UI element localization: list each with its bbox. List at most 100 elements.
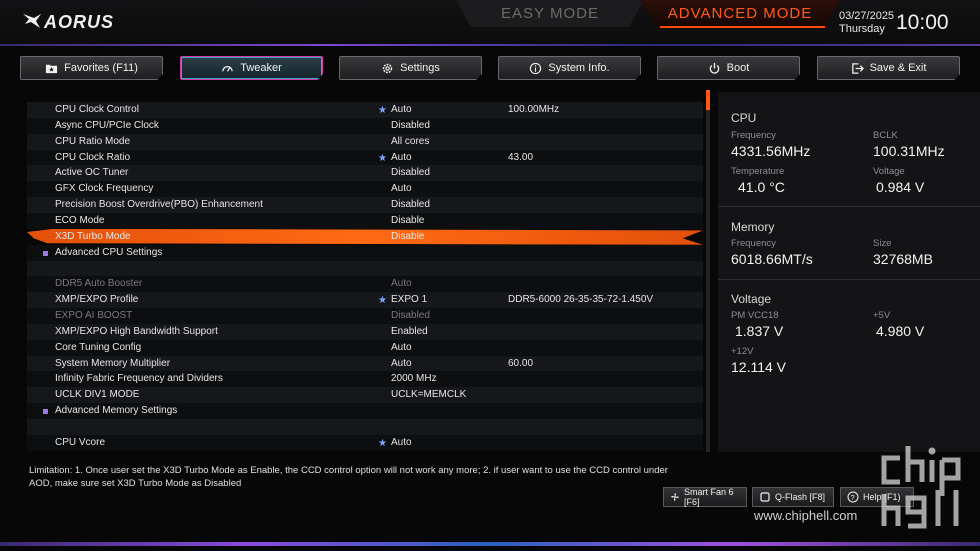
setting-value[interactable]: EXPO 1 bbox=[391, 292, 427, 308]
brand-logo: AORUS bbox=[44, 12, 115, 32]
setting-row[interactable]: XMP/EXPO High Bandwidth Support Enabled bbox=[27, 323, 703, 340]
setting-value[interactable]: Auto bbox=[391, 435, 412, 451]
cpu-temperature-value: 41.0 °C bbox=[738, 179, 785, 195]
tab-settings-label: Settings bbox=[400, 62, 440, 74]
setting-label: CPU Clock Control bbox=[55, 104, 139, 115]
setting-value[interactable]: Auto bbox=[391, 102, 412, 118]
exit-icon bbox=[851, 62, 864, 74]
q-flash-label: Q-Flash [F8] bbox=[775, 492, 826, 502]
setting-label: System Memory Multiplier bbox=[55, 357, 171, 369]
q-flash-button[interactable]: Q-Flash [F8] bbox=[752, 487, 834, 507]
setting-row[interactable]: Infinity Fabric Frequency and Dividers 20… bbox=[27, 371, 703, 388]
setting-row[interactable]: CPU Vcore ★ Auto bbox=[27, 434, 703, 451]
tab-settings[interactable]: Settings bbox=[339, 56, 482, 80]
tab-favorites[interactable]: Favorites (F11) bbox=[20, 56, 163, 80]
setting-row[interactable]: UCLK DIV1 MODE UCLK=MEMCLK bbox=[27, 387, 703, 404]
memory-size-value: 32768MB bbox=[873, 251, 933, 267]
setting-label: Advanced CPU Settings bbox=[55, 246, 163, 258]
cpu-voltage-label: Voltage bbox=[873, 166, 905, 177]
setting-row-spacer bbox=[27, 419, 703, 435]
setting-label: EXPO AI BOOST bbox=[55, 310, 133, 322]
chiphell-watermark-logo bbox=[881, 446, 961, 529]
setting-value[interactable]: Auto bbox=[391, 150, 412, 166]
setting-row[interactable]: CPU Ratio Mode All cores bbox=[27, 133, 703, 150]
setting-value[interactable]: Auto bbox=[391, 181, 412, 197]
cpu-section-title: CPU bbox=[731, 111, 757, 125]
setting-row[interactable]: CPU Clock Ratio ★ Auto 43.00 bbox=[27, 149, 703, 166]
plus5v-label: +5V bbox=[873, 310, 891, 321]
setting-value[interactable]: All cores bbox=[391, 134, 429, 150]
setting-value[interactable]: Enabled bbox=[391, 324, 428, 340]
submenu-bullet-icon bbox=[43, 250, 48, 256]
setting-row[interactable]: GFX Clock Frequency Auto bbox=[27, 181, 703, 198]
setting-current-value: DDR5-6000 26-35-35-72-1.450V bbox=[508, 294, 654, 306]
tab-favorites-label: Favorites (F11) bbox=[64, 62, 138, 74]
setting-row[interactable]: Precision Boost Overdrive(PBO) Enhanceme… bbox=[27, 197, 703, 214]
setting-row[interactable]: XMP/EXPO Profile ★ EXPO 1 DDR5-6000 26-35-3… bbox=[27, 292, 703, 309]
speedometer-icon bbox=[222, 65, 233, 72]
setting-row[interactable]: CPU Clock Control ★ Auto 100.00MHz bbox=[27, 102, 703, 118]
hardware-info-panel: CPU Frequency 4331.56MHz BCLK 100.31MHz … bbox=[718, 92, 980, 452]
setting-value[interactable]: 2000 MHz bbox=[391, 371, 437, 387]
memory-frequency-label: Frequency bbox=[731, 238, 776, 249]
bclk-value: 100.31MHz bbox=[873, 143, 945, 159]
tab-tweaker[interactable]: Tweaker bbox=[180, 56, 323, 80]
plus12v-value: 12.114 V bbox=[731, 359, 787, 375]
setting-value[interactable]: UCLK=MEMCLK bbox=[391, 387, 466, 403]
setting-row[interactable]: ECO Mode Disable bbox=[27, 212, 703, 229]
star-icon: ★ bbox=[378, 437, 387, 449]
setting-value[interactable]: Disabled bbox=[391, 165, 430, 181]
aorus-eagle-icon bbox=[23, 14, 41, 28]
memory-size-label: Size bbox=[873, 238, 892, 249]
voltage-section-title: Voltage bbox=[731, 292, 772, 306]
setting-label: CPU Ratio Mode bbox=[55, 135, 131, 147]
setting-row[interactable]: Advanced CPU Settings bbox=[27, 244, 703, 261]
setting-row[interactable]: Async CPU/PCIe Clock Disabled bbox=[27, 117, 703, 134]
chip-icon bbox=[760, 492, 770, 502]
advanced-mode-button[interactable]: ADVANCED MODE bbox=[640, 0, 840, 27]
setting-value[interactable]: Disable bbox=[391, 213, 424, 229]
setting-label: ECO Mode bbox=[55, 214, 105, 226]
settings-scrollbar[interactable] bbox=[706, 90, 710, 452]
setting-row-selected[interactable]: X3D Turbo Mode Disable bbox=[27, 228, 703, 245]
help-icon: ? bbox=[847, 491, 859, 503]
setting-value[interactable]: Disabled bbox=[391, 308, 430, 324]
setting-row[interactable]: DDR5 Auto Booster Auto bbox=[27, 276, 703, 293]
setting-row[interactable]: Active OC Tuner Disabled bbox=[27, 165, 703, 182]
setting-value[interactable]: Auto bbox=[391, 276, 412, 292]
settings-scroll-thumb[interactable] bbox=[706, 90, 710, 110]
setting-label: XMP/EXPO High Bandwidth Support bbox=[55, 325, 218, 337]
setting-row[interactable]: System Memory Multiplier Auto 60.00 bbox=[27, 355, 703, 372]
easy-mode-button[interactable]: EASY MODE bbox=[456, 0, 644, 27]
setting-value[interactable]: Auto bbox=[391, 340, 412, 356]
watermark-url: www.chiphell.com bbox=[754, 508, 858, 523]
setting-label: CPU Vcore bbox=[55, 436, 106, 448]
setting-label: Precision Boost Overdrive(PBO) Enhanceme… bbox=[55, 199, 263, 211]
memory-section-title: Memory bbox=[731, 220, 775, 234]
tab-system-info[interactable]: System Info. bbox=[498, 56, 641, 80]
setting-value[interactable]: Disable bbox=[391, 229, 424, 245]
smart-fan-button[interactable]: Smart Fan 6 [F6] bbox=[663, 487, 747, 507]
setting-label: Infinity Fabric Frequency and Dividers bbox=[55, 373, 223, 385]
setting-label: Active OC Tuner bbox=[55, 167, 129, 179]
star-icon: ★ bbox=[378, 105, 387, 116]
cpu-voltage-value: 0.984 V bbox=[876, 179, 925, 195]
setting-row[interactable]: EXPO AI BOOST Disabled bbox=[27, 308, 703, 325]
setting-value[interactable]: Disabled bbox=[391, 118, 430, 134]
setting-current-value: 43.00 bbox=[508, 151, 534, 163]
pm-vcc18-label: PM VCC18 bbox=[731, 310, 779, 321]
bclk-label: BCLK bbox=[873, 130, 898, 141]
info-icon bbox=[530, 62, 542, 74]
tab-tweaker-label: Tweaker bbox=[240, 62, 282, 74]
setting-label: Core Tuning Config bbox=[55, 341, 142, 353]
setting-label: GFX Clock Frequency bbox=[55, 183, 154, 195]
setting-row[interactable]: Core Tuning Config Auto bbox=[27, 339, 703, 356]
memory-frequency-value: 6018.66MT/s bbox=[731, 251, 813, 267]
setting-value[interactable]: Disabled bbox=[391, 197, 430, 213]
tab-save-exit[interactable]: Save & Exit bbox=[817, 56, 960, 80]
setting-row[interactable]: Advanced Memory Settings bbox=[27, 403, 703, 420]
tab-boot[interactable]: Boot bbox=[657, 56, 800, 80]
date-display: 03/27/2025 bbox=[839, 10, 895, 22]
setting-value[interactable]: Auto bbox=[391, 356, 412, 372]
plus5v-value: 4.980 V bbox=[876, 323, 925, 339]
